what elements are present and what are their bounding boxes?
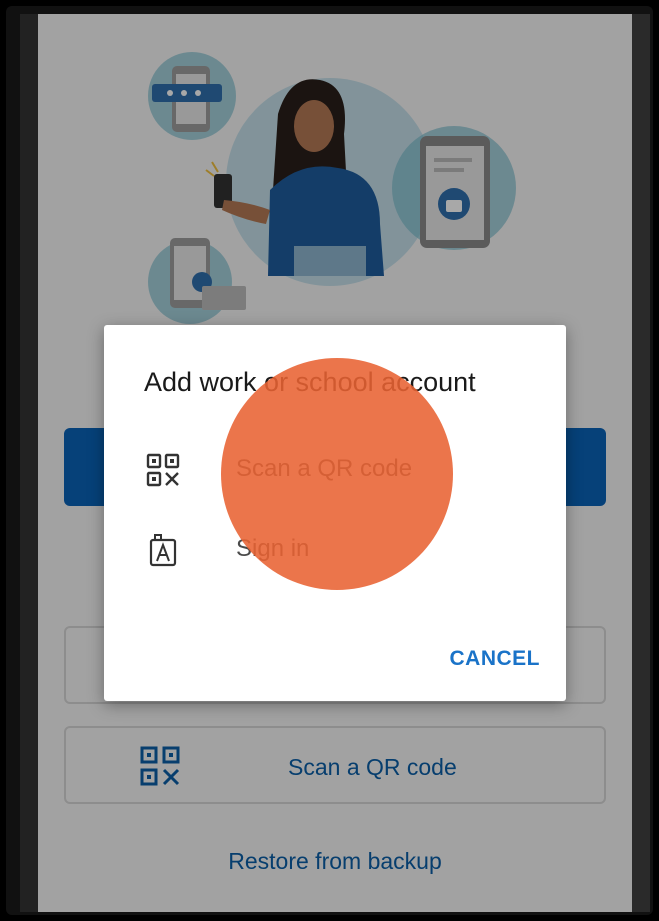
phone-bezel-left [20,14,38,912]
dialog-option-scan-qr[interactable]: Scan a QR code [104,443,566,493]
dialog-option-sign-in[interactable]: Sign in [104,523,566,573]
add-account-dialog: Add work or school account Scan a QR cod… [104,325,566,701]
qr-code-icon [146,453,180,487]
phone-bezel-right [632,14,650,912]
dialog-option-label: Sign in [236,535,310,562]
dialog-title: Add work or school account [144,367,476,397]
dialog-option-label: Scan a QR code [236,455,413,482]
id-badge-icon [149,534,177,567]
cancel-button[interactable]: CANCEL [450,647,541,671]
